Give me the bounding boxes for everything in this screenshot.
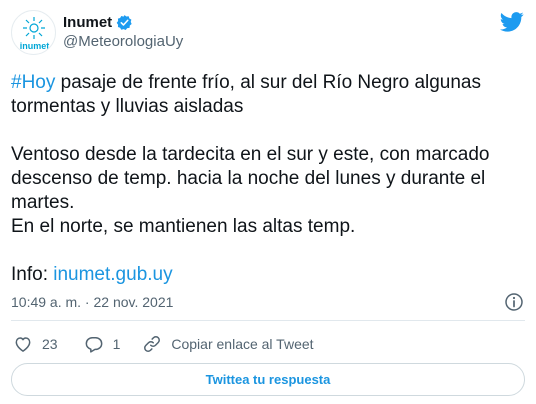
tweet-paragraph-1: #Hoy pasaje de frente frío, al sur del R… — [11, 71, 525, 119]
copy-link-label: Copiar enlace al Tweet — [171, 336, 314, 352]
verified-badge-icon — [116, 14, 133, 31]
reply-bubble-icon — [85, 337, 102, 353]
reply-button[interactable]: 1 — [84, 334, 121, 354]
reply-tweet-button[interactable]: Twittea tu respuesta — [11, 363, 525, 396]
avatar[interactable]: inumet — [11, 10, 56, 55]
info-label: Info: — [11, 264, 54, 285]
tweet-info-line: Info: inumet.gub.uy — [11, 263, 525, 287]
hashtag-link[interactable]: #Hoy — [11, 72, 55, 93]
tweet-paragraph-2: Ventoso desde la tardecita en el sur y e… — [11, 144, 490, 213]
divider — [11, 320, 525, 321]
info-icon[interactable] — [504, 292, 524, 312]
twitter-bird-icon[interactable] — [499, 12, 524, 32]
tweet-paragraph-3: En el norte, se mantienen las altas temp… — [11, 216, 356, 237]
link-icon — [144, 336, 161, 352]
tweet-line-1-text: pasaje de frente frío, al sur del Río Ne… — [11, 72, 481, 117]
tweet-text: #Hoy pasaje de frente frío, al sur del R… — [11, 71, 525, 287]
like-count: 23 — [42, 336, 58, 352]
author-handle[interactable]: @MeteorologiaUy — [63, 33, 183, 50]
embedded-tweet: inumet Inumet @MeteorologiaUy #Hoy pasaj… — [0, 0, 536, 404]
like-button[interactable]: 23 — [13, 334, 58, 354]
heart-icon — [15, 337, 31, 352]
info-url-link[interactable]: inumet.gub.uy — [53, 264, 172, 285]
tweet-timestamp[interactable]: 10:49 a. m. · 22 nov. 2021 — [11, 294, 173, 310]
display-name[interactable]: Inumet — [63, 14, 112, 31]
reply-count: 1 — [112, 336, 121, 352]
action-bar: 23 1 Copiar enlace al Tweet — [13, 333, 314, 355]
copy-link-button[interactable]: Copiar enlace al Tweet — [142, 334, 314, 354]
author-name-row: Inumet — [63, 12, 133, 32]
avatar-logo-text: inumet — [20, 41, 50, 51]
